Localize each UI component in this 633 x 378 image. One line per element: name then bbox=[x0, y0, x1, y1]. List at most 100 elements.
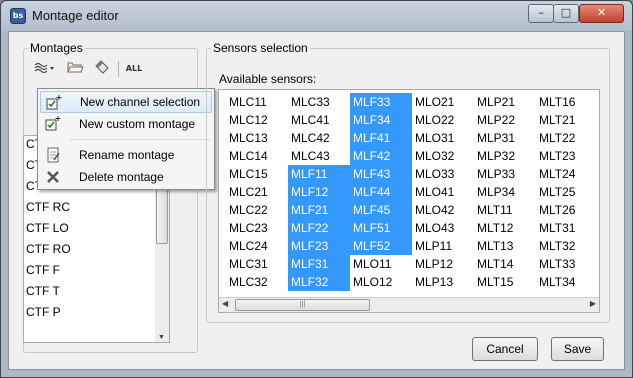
sensor-cell[interactable]: MLP11 bbox=[412, 237, 474, 255]
sensor-cell[interactable]: MLO12 bbox=[350, 273, 412, 291]
title-bar[interactable]: bs Montage editor – □ ✕ bbox=[1, 1, 632, 31]
sensor-cell[interactable]: MLC11 bbox=[226, 93, 288, 111]
sensor-cell[interactable]: MLF34 bbox=[350, 111, 412, 129]
maximize-button[interactable]: □ bbox=[553, 4, 579, 23]
sensor-cell[interactable]: MLF12 bbox=[288, 183, 350, 201]
sensor-cell[interactable]: MLF11 bbox=[288, 165, 350, 183]
open-folder-icon[interactable] bbox=[64, 59, 86, 79]
sensor-cell[interactable]: MLT14 bbox=[474, 255, 536, 273]
sensor-cell[interactable]: M bbox=[598, 165, 599, 183]
sensor-cell[interactable]: MLC43 bbox=[288, 147, 350, 165]
sensor-cell[interactable]: MLC42 bbox=[288, 129, 350, 147]
sensor-cell[interactable]: M bbox=[598, 111, 599, 129]
sensor-cell[interactable]: MLF45 bbox=[350, 201, 412, 219]
sensor-cell[interactable]: MLC14 bbox=[226, 147, 288, 165]
sensor-cell[interactable]: MLT21 bbox=[536, 111, 598, 129]
sensor-cell[interactable]: MLO42 bbox=[412, 201, 474, 219]
sensor-cell[interactable]: M bbox=[598, 93, 599, 111]
sensor-cell[interactable]: MLF21 bbox=[288, 201, 350, 219]
sensor-cell[interactable]: MLF44 bbox=[350, 183, 412, 201]
sensor-cell[interactable]: MLC41 bbox=[288, 111, 350, 129]
sensor-cell[interactable]: MLT13 bbox=[474, 237, 536, 255]
sensor-cell[interactable]: MLT22 bbox=[536, 129, 598, 147]
sensor-cell[interactable]: MLO43 bbox=[412, 219, 474, 237]
sensor-cell[interactable]: MLP34 bbox=[474, 183, 536, 201]
montage-list-item[interactable]: CTF RO bbox=[24, 239, 168, 260]
scroll-left-arrow-icon[interactable]: ◀ bbox=[222, 299, 228, 308]
sensor-cell[interactable]: MLC32 bbox=[226, 273, 288, 291]
sensor-cell[interactable]: M bbox=[598, 129, 599, 147]
sensors-horizontal-scrollbar[interactable]: ◀ ||| ▶ bbox=[219, 297, 599, 312]
sensor-cell[interactable]: MLO22 bbox=[412, 111, 474, 129]
sensor-cell[interactable]: MLC13 bbox=[226, 129, 288, 147]
sensor-cell[interactable]: MLT12 bbox=[474, 219, 536, 237]
menu-item-rename-montage[interactable]: Rename montage bbox=[40, 144, 212, 166]
sensor-cell[interactable]: MLT24 bbox=[536, 165, 598, 183]
sensor-cell[interactable]: MLF31 bbox=[288, 255, 350, 273]
sensor-cell[interactable]: MLF33 bbox=[350, 93, 412, 111]
sensor-cell[interactable]: M bbox=[598, 201, 599, 219]
menu-item-new-custom-montage[interactable]: New custom montage bbox=[40, 113, 212, 135]
sensor-cell[interactable]: MLF43 bbox=[350, 165, 412, 183]
sensor-cell[interactable]: M bbox=[598, 237, 599, 255]
montage-list-item[interactable]: CTF F bbox=[24, 260, 168, 281]
sensor-cell[interactable]: M bbox=[598, 183, 599, 201]
sensor-cell[interactable]: MLT11 bbox=[474, 201, 536, 219]
sensor-cell[interactable]: MLC24 bbox=[226, 237, 288, 255]
sensor-cell[interactable]: MLO21 bbox=[412, 93, 474, 111]
sensor-cell[interactable]: MLC21 bbox=[226, 183, 288, 201]
sensor-cell[interactable]: MLF23 bbox=[288, 237, 350, 255]
sensor-cell[interactable]: MLO32 bbox=[412, 147, 474, 165]
sensor-cell[interactable]: MLT15 bbox=[474, 273, 536, 291]
montage-list-item[interactable]: CTF RC bbox=[24, 197, 168, 218]
sensor-cell[interactable]: MLC22 bbox=[226, 201, 288, 219]
sensor-cell[interactable]: MLF51 bbox=[350, 219, 412, 237]
sensor-cell[interactable]: MLT34 bbox=[536, 273, 598, 291]
sensor-cell[interactable]: MLT25 bbox=[536, 183, 598, 201]
sensor-cell[interactable]: MLC33 bbox=[288, 93, 350, 111]
erase-icon[interactable] bbox=[90, 59, 112, 79]
menu-item-new-channel-selection[interactable]: New channel selection bbox=[40, 91, 212, 113]
sensor-cell[interactable]: MLC12 bbox=[226, 111, 288, 129]
save-button[interactable]: Save bbox=[551, 337, 604, 361]
scroll-right-arrow-icon[interactable]: ▶ bbox=[590, 299, 596, 308]
sensor-cell[interactable]: MLC23 bbox=[226, 219, 288, 237]
sensor-cell[interactable]: MLO11 bbox=[350, 255, 412, 273]
sensor-cell[interactable]: M bbox=[598, 273, 599, 291]
sensor-cell[interactable]: MLT26 bbox=[536, 201, 598, 219]
available-sensors-grid[interactable]: ◀ ||| ▶ MLC11 MLC12 MLC13 MLC14 MLC15 MLC21 ML… bbox=[218, 89, 600, 313]
sensor-cell[interactable]: MLC31 bbox=[226, 255, 288, 273]
sensor-cell[interactable]: MLP12 bbox=[412, 255, 474, 273]
sensor-cell[interactable]: M bbox=[598, 219, 599, 237]
all-icon[interactable]: ALL bbox=[122, 59, 146, 79]
sensor-cell[interactable]: MLP21 bbox=[474, 93, 536, 111]
montage-list-item[interactable]: CTF P bbox=[24, 302, 168, 323]
sensor-cell[interactable]: MLP31 bbox=[474, 129, 536, 147]
sensor-cell[interactable]: MLF32 bbox=[288, 273, 350, 291]
scroll-down-arrow-icon[interactable]: ▼ bbox=[158, 334, 165, 341]
sensors-dropdown-icon[interactable] bbox=[32, 59, 58, 79]
cancel-button[interactable]: Cancel bbox=[472, 337, 538, 361]
sensor-cell[interactable]: MLT32 bbox=[536, 237, 598, 255]
sensor-cell[interactable]: MLT31 bbox=[536, 219, 598, 237]
sensor-cell[interactable]: MLC15 bbox=[226, 165, 288, 183]
montage-list-item[interactable]: CTF T bbox=[24, 281, 168, 302]
sensor-cell[interactable]: MLF22 bbox=[288, 219, 350, 237]
sensor-cell[interactable]: MLF41 bbox=[350, 129, 412, 147]
sensor-cell[interactable]: MLT23 bbox=[536, 147, 598, 165]
scrollbar-thumb[interactable]: ||| bbox=[235, 299, 370, 311]
sensor-cell[interactable]: MLO41 bbox=[412, 183, 474, 201]
sensor-cell[interactable]: M bbox=[598, 147, 599, 165]
sensor-cell[interactable]: MLO33 bbox=[412, 165, 474, 183]
sensor-cell[interactable]: M bbox=[598, 255, 599, 273]
sensor-cell[interactable]: MLP13 bbox=[412, 273, 474, 291]
close-button[interactable]: ✕ bbox=[579, 4, 624, 23]
sensor-cell[interactable]: MLF52 bbox=[350, 237, 412, 255]
sensor-cell[interactable]: MLT33 bbox=[536, 255, 598, 273]
minimize-button[interactable]: – bbox=[528, 4, 554, 23]
sensor-cell[interactable]: MLT16 bbox=[536, 93, 598, 111]
montage-list-item[interactable]: CTF LO bbox=[24, 218, 168, 239]
sensor-cell[interactable]: MLF42 bbox=[350, 147, 412, 165]
sensor-cell[interactable]: MLO31 bbox=[412, 129, 474, 147]
menu-item-delete-montage[interactable]: Delete montage bbox=[40, 166, 212, 188]
